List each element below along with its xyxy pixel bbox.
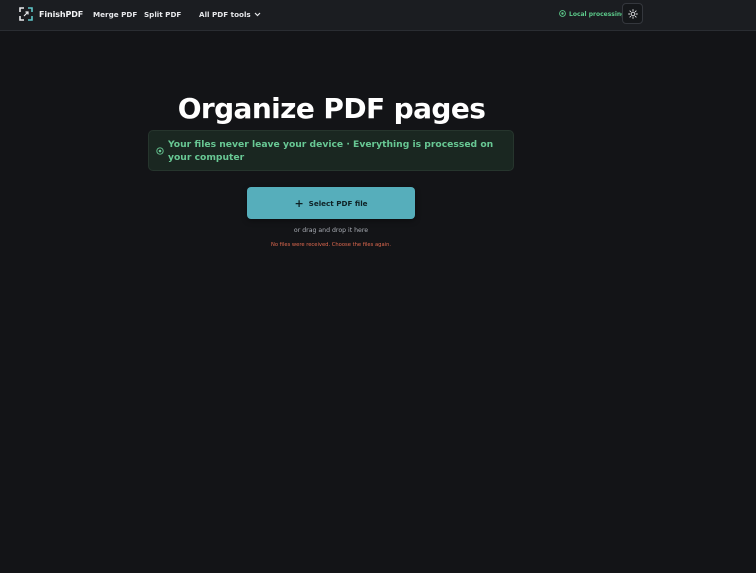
nav-all-tools-label: All PDF tools xyxy=(199,10,251,19)
nav-all-tools-dropdown[interactable]: All PDF tools xyxy=(199,10,261,19)
drag-drop-hint: or drag and drop it here xyxy=(293,227,369,234)
local-processing-label: Local processing xyxy=(569,11,626,18)
nav-split-pdf[interactable]: Split PDF xyxy=(144,10,181,19)
privacy-notice: Your files never leave your device · Eve… xyxy=(148,130,514,171)
shield-check-icon xyxy=(559,10,569,19)
top-navbar: FinishPDF Merge PDF Split PDF All PDF to… xyxy=(0,0,756,31)
select-pdf-button[interactable]: + Select PDF file xyxy=(247,187,415,219)
crop-frame-icon xyxy=(19,7,33,21)
sun-icon xyxy=(627,4,638,23)
page-title: Organize PDF pages xyxy=(177,92,486,125)
nav-merge-pdf[interactable]: Merge PDF xyxy=(93,10,137,19)
select-pdf-label: Select PDF file xyxy=(308,198,368,208)
brand-logo-link[interactable]: FinishPDF xyxy=(19,7,83,21)
privacy-notice-text: Your files never leave your device · Eve… xyxy=(168,139,494,163)
shield-check-icon xyxy=(156,140,164,159)
local-processing-status: Local processing xyxy=(559,10,625,19)
theme-toggle-button[interactable] xyxy=(622,3,643,24)
brand-name: FinishPDF xyxy=(39,9,84,19)
plus-icon: + xyxy=(294,196,304,210)
error-message: No files were received. Choose the files… xyxy=(270,242,392,248)
chevron-down-icon xyxy=(251,10,261,19)
